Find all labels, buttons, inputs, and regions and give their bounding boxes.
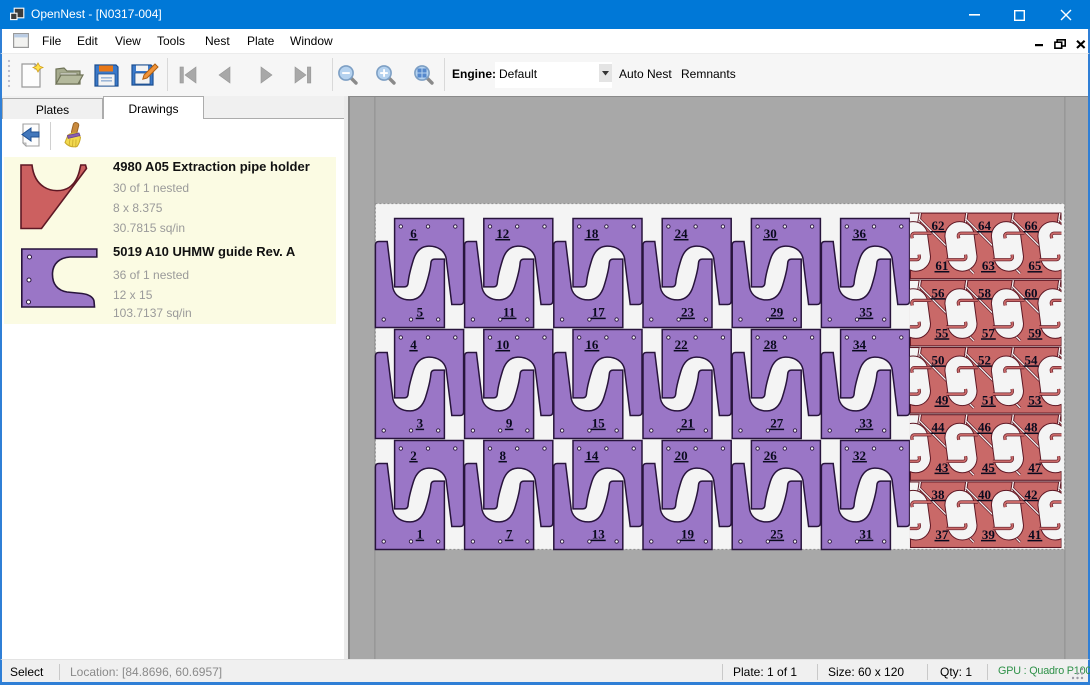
- svg-text:64: 64: [978, 218, 992, 233]
- svg-text:51: 51: [982, 393, 995, 408]
- svg-text:30: 30: [764, 226, 777, 241]
- svg-text:1: 1: [417, 527, 424, 542]
- svg-text:22: 22: [675, 337, 688, 352]
- svg-text:20: 20: [675, 448, 688, 463]
- svg-text:24: 24: [675, 226, 689, 241]
- svg-text:48: 48: [1025, 420, 1039, 435]
- svg-text:44: 44: [932, 420, 946, 435]
- svg-text:3: 3: [417, 416, 424, 431]
- svg-text:10: 10: [496, 337, 509, 352]
- svg-text:6: 6: [410, 226, 417, 241]
- svg-text:39: 39: [982, 527, 996, 542]
- svg-text:40: 40: [978, 487, 991, 502]
- svg-text:59: 59: [1028, 325, 1042, 340]
- svg-text:38: 38: [932, 487, 946, 502]
- svg-text:47: 47: [1028, 460, 1042, 475]
- svg-text:27: 27: [770, 416, 784, 431]
- svg-text:32: 32: [853, 448, 866, 463]
- svg-text:45: 45: [982, 460, 996, 475]
- svg-text:33: 33: [859, 416, 873, 431]
- svg-text:9: 9: [506, 416, 513, 431]
- svg-text:36: 36: [853, 226, 867, 241]
- svg-text:49: 49: [935, 393, 949, 408]
- svg-text:43: 43: [935, 460, 949, 475]
- svg-text:14: 14: [585, 448, 599, 463]
- svg-text:25: 25: [770, 527, 784, 542]
- svg-text:26: 26: [764, 448, 778, 463]
- svg-text:57: 57: [982, 325, 996, 340]
- svg-text:16: 16: [585, 337, 599, 352]
- svg-text:58: 58: [978, 285, 992, 300]
- svg-text:37: 37: [935, 527, 949, 542]
- svg-text:62: 62: [932, 218, 945, 233]
- svg-text:35: 35: [859, 305, 873, 320]
- svg-text:34: 34: [853, 337, 867, 352]
- svg-text:19: 19: [681, 527, 695, 542]
- svg-text:12: 12: [496, 226, 509, 241]
- svg-text:21: 21: [681, 416, 694, 431]
- svg-text:13: 13: [592, 527, 606, 542]
- svg-text:18: 18: [585, 226, 599, 241]
- svg-text:4: 4: [410, 337, 417, 352]
- svg-text:8: 8: [499, 448, 506, 463]
- svg-text:7: 7: [506, 527, 513, 542]
- svg-text:17: 17: [592, 305, 606, 320]
- svg-text:42: 42: [1025, 487, 1038, 502]
- svg-text:41: 41: [1028, 527, 1041, 542]
- svg-text:52: 52: [978, 353, 991, 368]
- svg-text:50: 50: [932, 353, 945, 368]
- svg-text:28: 28: [764, 337, 778, 352]
- svg-text:31: 31: [859, 527, 872, 542]
- svg-text:46: 46: [978, 420, 992, 435]
- svg-text:54: 54: [1025, 353, 1039, 368]
- svg-text:56: 56: [932, 285, 946, 300]
- svg-text:60: 60: [1025, 285, 1038, 300]
- svg-text:63: 63: [982, 258, 996, 273]
- svg-text:11: 11: [503, 305, 515, 320]
- svg-text:29: 29: [770, 305, 784, 320]
- svg-text:53: 53: [1028, 393, 1042, 408]
- svg-text:61: 61: [935, 258, 948, 273]
- svg-text:65: 65: [1028, 258, 1042, 273]
- svg-text:15: 15: [592, 416, 606, 431]
- svg-text:66: 66: [1025, 218, 1039, 233]
- svg-text:23: 23: [681, 305, 695, 320]
- svg-text:55: 55: [935, 325, 949, 340]
- svg-text:5: 5: [417, 305, 424, 320]
- svg-text:2: 2: [410, 448, 417, 463]
